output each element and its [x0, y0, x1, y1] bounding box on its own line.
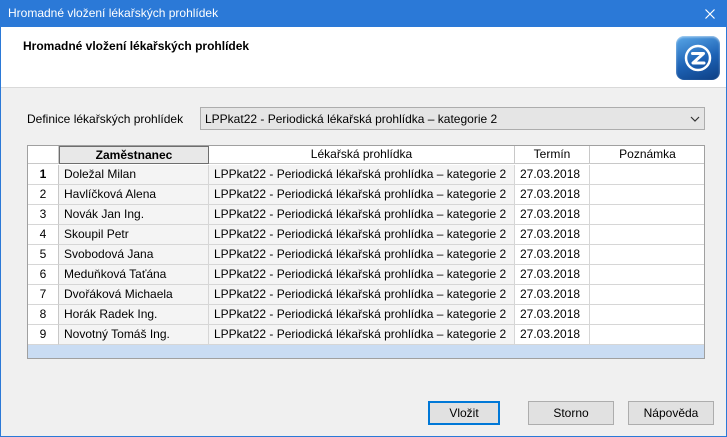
row-header[interactable]: 3 — [28, 205, 59, 225]
cell-note[interactable] — [590, 185, 704, 205]
cell-note[interactable] — [590, 325, 704, 345]
cancel-button[interactable]: Storno — [528, 401, 614, 425]
row-header[interactable]: 6 — [28, 265, 59, 285]
header-band: Hromadné vložení lékařských prohlídek — [1, 27, 726, 88]
row-header[interactable]: 9 — [28, 325, 59, 345]
cell-exam[interactable]: LPPkat22 - Periodická lékařská prohlídka… — [209, 185, 515, 205]
exams-grid[interactable]: Zaměstnanec Lékařská prohlídka Termín Po… — [27, 145, 705, 359]
dialog-window: Hromadné vložení lékařských prohlídek Hr… — [0, 0, 727, 437]
close-icon — [705, 9, 715, 19]
cell-exam[interactable]: LPPkat22 - Periodická lékařská prohlídka… — [209, 245, 515, 265]
cell-note[interactable] — [590, 305, 704, 325]
definition-select[interactable]: LPPkat22 - Periodická lékařská prohlídka… — [200, 107, 705, 130]
cell-date[interactable]: 27.03.2018 — [515, 305, 590, 325]
close-button[interactable] — [694, 1, 726, 27]
cell-exam[interactable]: LPPkat22 - Periodická lékařská prohlídka… — [209, 165, 515, 185]
cell-exam[interactable]: LPPkat22 - Periodická lékařská prohlídka… — [209, 285, 515, 305]
column-header-employee[interactable]: Zaměstnanec — [59, 146, 209, 164]
cell-date[interactable]: 27.03.2018 — [515, 265, 590, 285]
row-header[interactable]: 5 — [28, 245, 59, 265]
cell-employee[interactable]: Doležal Milan — [59, 165, 209, 185]
cell-note[interactable] — [590, 205, 704, 225]
definition-select-value: LPPkat22 - Periodická lékařská prohlídka… — [205, 112, 498, 126]
cell-employee[interactable]: Horák Radek Ing. — [59, 305, 209, 325]
column-header-note[interactable]: Poznámka — [590, 146, 704, 164]
cell-note[interactable] — [590, 245, 704, 265]
row-header[interactable]: 8 — [28, 305, 59, 325]
title-bar[interactable]: Hromadné vložení lékařských prohlídek — [1, 1, 726, 27]
cell-exam[interactable]: LPPkat22 - Periodická lékařská prohlídka… — [209, 225, 515, 245]
cell-date[interactable]: 27.03.2018 — [515, 165, 590, 185]
cell-employee[interactable]: Skoupil Petr — [59, 225, 209, 245]
column-header-exam[interactable]: Lékařská prohlídka — [209, 146, 515, 164]
cell-date[interactable]: 27.03.2018 — [515, 325, 590, 345]
cell-employee[interactable]: Svobodová Jana — [59, 245, 209, 265]
row-header[interactable]: 2 — [28, 185, 59, 205]
cell-exam[interactable]: LPPkat22 - Periodická lékařská prohlídka… — [209, 265, 515, 285]
cell-date[interactable]: 27.03.2018 — [515, 225, 590, 245]
cell-employee[interactable]: Dvořáková Michaela — [59, 285, 209, 305]
column-header-date[interactable]: Termín — [515, 146, 590, 164]
row-header[interactable]: 1 — [28, 165, 59, 185]
row-header[interactable]: 7 — [28, 285, 59, 305]
help-button[interactable]: Nápověda — [628, 401, 714, 425]
cell-note[interactable] — [590, 165, 704, 185]
cell-date[interactable]: 27.03.2018 — [515, 245, 590, 265]
definition-label: Definice lékařských prohlídek — [27, 112, 184, 126]
cell-exam[interactable]: LPPkat22 - Periodická lékařská prohlídka… — [209, 205, 515, 225]
insert-button[interactable]: Vložit — [428, 401, 500, 425]
chevron-down-icon — [690, 116, 700, 122]
window-title: Hromadné vložení lékařských prohlídek — [8, 6, 219, 20]
cell-exam[interactable]: LPPkat22 - Periodická lékařská prohlídka… — [209, 325, 515, 345]
row-header[interactable]: 4 — [28, 225, 59, 245]
cell-date[interactable]: 27.03.2018 — [515, 285, 590, 305]
app-logo-icon — [676, 36, 720, 80]
cell-note[interactable] — [590, 265, 704, 285]
cell-employee[interactable]: Havlíčková Alena — [59, 185, 209, 205]
cell-note[interactable] — [590, 225, 704, 245]
cell-exam[interactable]: LPPkat22 - Periodická lékařská prohlídka… — [209, 305, 515, 325]
page-title: Hromadné vložení lékařských prohlídek — [23, 39, 250, 53]
cell-employee[interactable]: Meduňková Taťána — [59, 265, 209, 285]
grid-footer-strip — [28, 345, 704, 358]
cell-date[interactable]: 27.03.2018 — [515, 185, 590, 205]
cell-employee[interactable]: Novák Jan Ing. — [59, 205, 209, 225]
cell-note[interactable] — [590, 285, 704, 305]
cell-employee[interactable]: Novotný Tomáš Ing. — [59, 325, 209, 345]
cell-date[interactable]: 27.03.2018 — [515, 205, 590, 225]
grid-corner[interactable] — [28, 146, 59, 164]
